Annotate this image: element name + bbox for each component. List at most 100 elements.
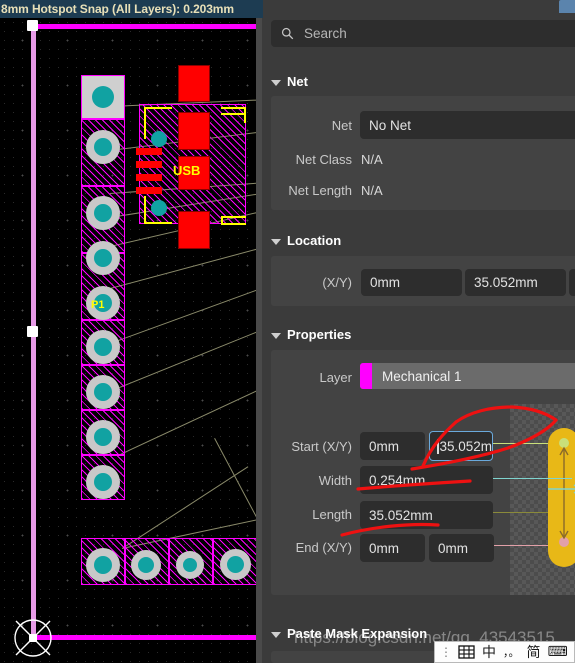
layer-select[interactable]: Mechanical 1 [360,363,575,389]
length-field[interactable]: 35.052mm [360,501,493,529]
ime-handwriting-icon[interactable]: ⌨ [548,644,568,660]
usb-pad-mid-upper[interactable] [178,112,210,150]
pad-hole [94,556,112,574]
usb-via[interactable] [151,200,167,216]
layer-value: Mechanical 1 [382,368,462,384]
collapse-caret-icon [271,79,281,86]
pad-11[interactable] [131,550,161,580]
end-label: End (X/Y) [295,540,352,555]
pad-hole [94,138,112,156]
track-preview-dimensions [548,438,575,547]
pad-13[interactable] [220,549,251,580]
ime-mode-chinese[interactable]: 中 [482,642,496,662]
pad-hole [94,204,112,222]
usb-via[interactable] [151,131,167,147]
properties-panel: Search Net Net No Net Net Class N/A Net … [262,0,575,663]
usb-silkscreen [144,196,146,224]
pad-4[interactable] [86,241,120,275]
pad-hole [94,428,112,446]
usb-pad-bottom[interactable] [178,211,210,249]
usb-silkscreen [221,107,246,109]
end-x-field[interactable]: 0mm [360,534,425,562]
pad-hole [94,383,112,401]
net-label: Net [331,118,352,133]
search-icon [281,27,294,40]
usb-silkscreen [244,107,246,123]
section-header-properties[interactable]: Properties [271,327,351,342]
net-class-label: Net Class [295,152,352,167]
ime-punctuation-toggle[interactable]: ，。 [503,644,520,660]
usb-signal-pad[interactable] [136,187,162,194]
layer-color-swatch [360,363,372,389]
search-input[interactable]: Search [271,20,575,47]
usb-signal-pad[interactable] [136,174,162,181]
pad-2[interactable] [86,130,120,164]
location-y-field[interactable]: 35.052mm [465,269,566,296]
ime-simplified-toggle[interactable]: 简 [527,642,541,662]
pad-9[interactable] [86,465,120,499]
net-value-field[interactable]: No Net [360,111,575,139]
end-y-field[interactable]: 0mm [429,534,494,562]
section-header-location[interactable]: Location [271,233,341,248]
usb-silkscreen [221,223,246,225]
usb-silkscreen [144,222,172,224]
net-length-label: Net Length [288,183,352,198]
pad-3[interactable] [86,196,120,230]
section-title-location: Location [287,233,342,248]
panel-topbar [262,0,575,15]
collapse-caret-icon [271,238,281,245]
text-cursor [437,438,439,454]
origin-marker-icon [14,619,52,657]
status-bar: 8mm Hotspot Snap (All Layers): 0.203mm [0,0,263,18]
width-field[interactable]: 0.254mm [360,466,493,494]
board-outline-top [33,24,256,29]
layer-label: Layer [319,370,352,385]
start-y-value: 35.052m [439,438,493,454]
vertex-handle-top[interactable] [27,20,38,31]
pad-12[interactable] [176,551,204,579]
usb-silkscreen [144,107,172,109]
pad-hole [92,86,114,108]
app-window: 8mm Hotspot Snap (All Layers): 0.203mm U… [0,0,575,663]
section-header-net[interactable]: Net [271,74,308,89]
width-label: Width [318,473,352,488]
pad-6[interactable] [86,330,120,364]
board-outline-bottom [33,635,256,640]
start-x-field[interactable]: 0mm [360,432,425,460]
pcb-canvas[interactable]: USB P1 [0,18,256,663]
collapse-caret-icon [271,631,281,638]
section-title-properties: Properties [287,327,352,342]
pad-hole [94,249,112,267]
location-x-field[interactable]: 0mm [361,269,462,296]
location-xy-label: (X/Y) [322,275,352,290]
p1-designator: P1 [91,299,105,311]
ime-toolbar[interactable]: ⋮ 中 ，。 简 ⌨ − [434,641,575,663]
collapse-caret-icon [271,332,281,339]
pad-8[interactable] [86,420,120,454]
usb-silkscreen [221,113,246,115]
ime-drag-handle[interactable]: ⋮ [440,645,452,659]
pad-hole [183,558,197,572]
pad-10[interactable] [86,548,120,582]
pad-1[interactable] [92,86,114,108]
usb-silkscreen [221,216,246,218]
ime-keyboard-icon[interactable] [458,645,475,659]
search-placeholder: Search [304,26,347,41]
vertex-handle-mid[interactable] [27,326,38,337]
pad-hole [227,556,244,573]
location-z-field[interactable] [569,269,575,296]
pad-hole [94,473,112,491]
usb-signal-pad[interactable] [136,161,162,168]
usb-signal-pad[interactable] [136,148,162,155]
usb-pad-top[interactable] [178,65,210,102]
usb-silkscreen [144,107,146,139]
panel-tab-active[interactable] [559,0,575,13]
pad-hole [94,338,112,356]
net-class-value: N/A [361,152,383,167]
start-y-field[interactable]: 35.052m [429,431,493,461]
net-length-value: N/A [361,183,383,198]
length-label: Length [312,507,352,522]
pad-7[interactable] [86,375,120,409]
pad-hole [138,557,154,573]
section-title-net: Net [287,74,308,89]
